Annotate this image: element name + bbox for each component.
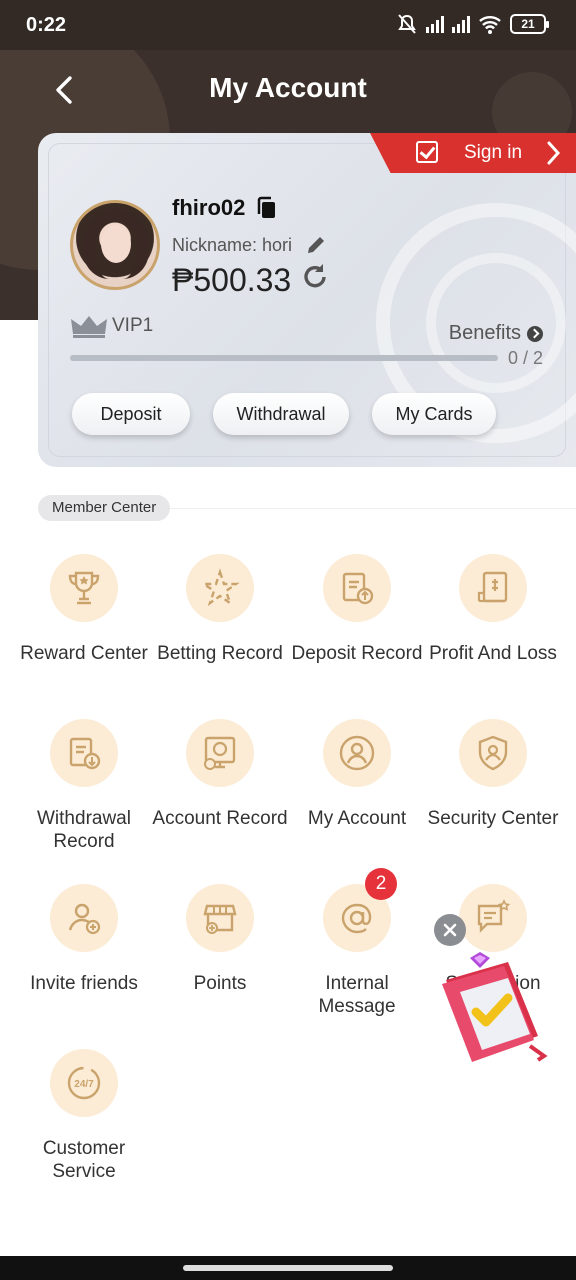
checkin-calendar-icon <box>416 141 438 163</box>
battery-level: 21 <box>521 17 535 31</box>
reward-center-item[interactable]: Reward Center <box>14 554 154 665</box>
my-cards-button[interactable]: My Cards <box>372 393 496 435</box>
account-record-icon <box>186 719 254 787</box>
refresh-icon[interactable] <box>300 262 330 292</box>
close-promo-button[interactable] <box>434 914 466 946</box>
battery-icon: 21 <box>510 14 549 34</box>
deposit-button[interactable]: Deposit <box>72 393 190 435</box>
deposit-record-item[interactable]: Deposit Record <box>287 554 427 665</box>
unread-badge: 2 <box>365 868 397 900</box>
customer-service-label: Customer Service <box>42 1138 126 1182</box>
nickname: Nickname: hori <box>172 235 293 255</box>
deposit-record-icon <box>323 554 391 622</box>
betting-record-icon <box>186 554 254 622</box>
benefits-label: Benefits <box>448 322 521 344</box>
svg-text:24/7: 24/7 <box>74 1079 94 1090</box>
shield-icon <box>459 719 527 787</box>
home-gesture-handle[interactable] <box>183 1265 393 1271</box>
status-bar: 0:22 21 <box>0 0 576 50</box>
vip-progress-bar <box>70 355 498 361</box>
arrow-right-circle-icon <box>527 325 543 342</box>
profit-loss-icon <box>459 554 527 622</box>
avatar-face <box>101 225 131 263</box>
security-center-item[interactable]: Security Center <box>423 719 563 830</box>
at-icon: 2 <box>323 868 397 952</box>
points-label: Points <box>193 973 247 994</box>
mute-icon <box>398 14 416 34</box>
support-24-7-icon: 24/7 <box>50 1049 118 1117</box>
username: fhiro02 <box>172 195 246 220</box>
balance-amount: ₱500.33 <box>172 262 292 298</box>
user-icon <box>323 719 391 787</box>
betting-record-label: Betting Record <box>157 643 283 664</box>
vip-label: VIP1 <box>112 315 154 336</box>
signal-icon-2 <box>452 15 470 33</box>
profit-and-loss-label: Profit And Loss <box>429 643 557 664</box>
status-time: 0:22 <box>26 14 67 36</box>
system-nav-bar <box>0 1256 576 1280</box>
page-title: My Account <box>209 72 367 103</box>
vip-level: VIP1 <box>70 314 153 338</box>
my-account-label: My Account <box>307 808 407 829</box>
crown-icon <box>71 316 107 338</box>
withdrawal-record-label: Withdrawal Record <box>37 808 131 852</box>
profit-and-loss-item[interactable]: Profit And Loss <box>423 554 563 665</box>
invite-icon <box>50 884 118 952</box>
vip-progress-text: 0 / 2 <box>507 348 543 368</box>
suggestion-icon <box>459 884 527 952</box>
wifi-icon <box>479 16 501 34</box>
reward-center-label: Reward Center <box>20 643 148 664</box>
checkin-book-icon <box>442 952 548 1062</box>
avatar[interactable] <box>70 200 160 290</box>
my-account-item[interactable]: My Account <box>287 719 427 830</box>
sign-in-button[interactable]: Sign in <box>370 133 576 173</box>
copy-icon[interactable] <box>255 196 277 220</box>
customer-service-item[interactable]: 24/7 Customer Service <box>14 1049 154 1183</box>
chevron-right-icon <box>547 141 561 165</box>
member-center-divider <box>170 508 576 509</box>
daily-checkin-promo[interactable] <box>430 950 560 1070</box>
withdrawal-record-item[interactable]: Withdrawal Record <box>14 719 154 853</box>
betting-record-item[interactable]: Betting Record <box>150 554 290 665</box>
signal-icon <box>426 15 444 33</box>
close-icon <box>443 923 457 937</box>
internal-message-label: Internal Message <box>318 973 396 1017</box>
account-record-item[interactable]: Account Record <box>150 719 290 830</box>
benefits-link[interactable]: Benefits <box>449 322 543 345</box>
status-icons: 21 <box>396 13 549 35</box>
invite-friends-item[interactable]: Invite friends <box>14 884 154 995</box>
edit-pencil-icon[interactable] <box>305 234 327 256</box>
account-record-label: Account Record <box>152 808 288 829</box>
security-center-label: Security Center <box>427 808 559 829</box>
member-center-tag: Member Center <box>38 495 171 521</box>
withdrawal-record-icon <box>50 719 118 787</box>
sign-in-label: Sign in <box>464 142 523 163</box>
internal-message-item[interactable]: 2 Internal Message <box>287 868 427 1018</box>
points-item[interactable]: Points <box>150 884 290 995</box>
trophy-icon <box>50 554 118 622</box>
deposit-record-label: Deposit Record <box>291 643 423 664</box>
invite-friends-label: Invite friends <box>30 973 138 994</box>
withdrawal-button[interactable]: Withdrawal <box>213 393 349 435</box>
store-icon <box>186 884 254 952</box>
